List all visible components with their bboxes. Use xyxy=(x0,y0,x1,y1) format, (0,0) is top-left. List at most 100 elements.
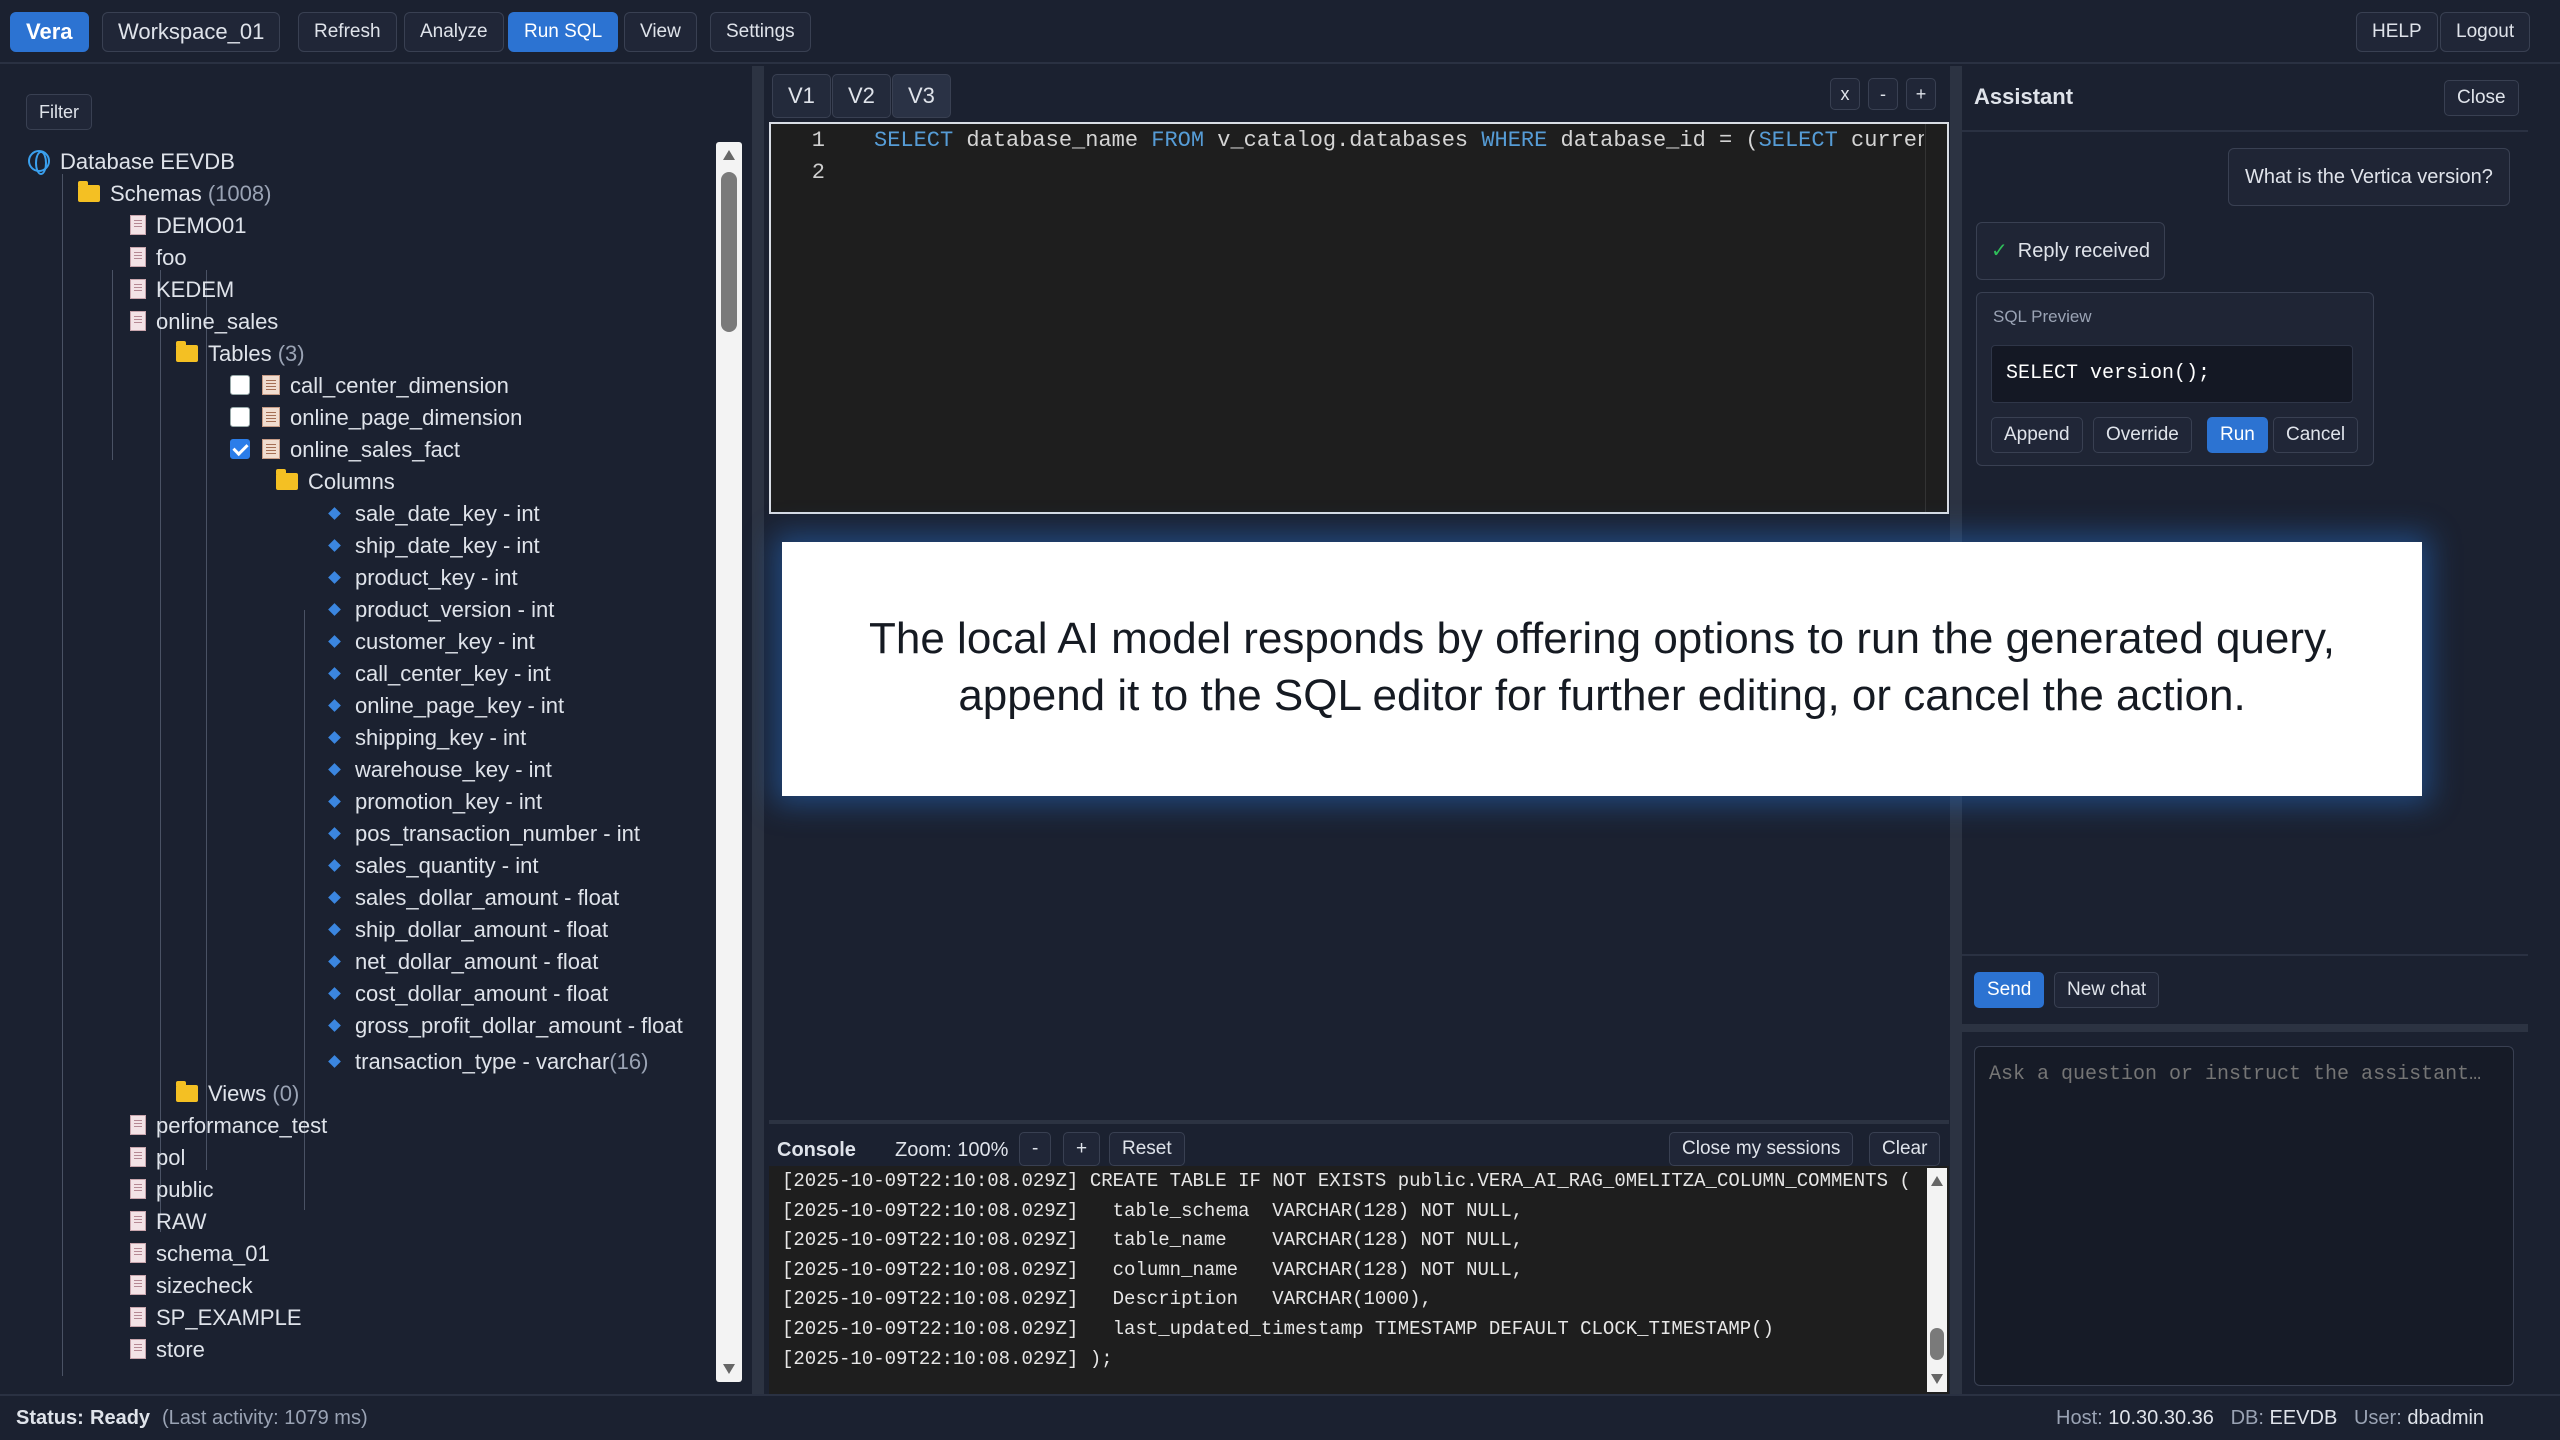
tree-node-schema[interactable]: pol xyxy=(130,1142,185,1174)
tree-node-column[interactable]: warehouse_key - int xyxy=(328,754,552,786)
tree-node-schema[interactable]: RAW xyxy=(130,1206,207,1238)
tree-node-schema-label: KEDEM xyxy=(156,277,235,302)
tree-node-column[interactable]: sales_dollar_amount - float xyxy=(328,882,619,914)
workspace-button[interactable]: Workspace_01 xyxy=(102,12,281,52)
tree-node-column[interactable]: call_center_key - int xyxy=(328,658,551,690)
console-line: [2025-10-09T22:10:08.029Z] column_name V… xyxy=(782,1258,1524,1281)
tree-node-schema[interactable]: SP_EXAMPLE xyxy=(130,1302,302,1334)
send-button[interactable]: Send xyxy=(1974,972,2045,1008)
view-button[interactable]: View xyxy=(624,12,697,52)
tree-node-schema[interactable]: DEMO01 xyxy=(130,210,246,242)
override-button[interactable]: Override xyxy=(2093,417,2192,453)
tree-node-database[interactable]: Database EEVDB xyxy=(28,146,235,178)
tab-v1[interactable]: V1 xyxy=(772,74,831,118)
sidebar-scrollbar[interactable] xyxy=(716,142,742,1382)
tree-node-schema[interactable]: schema_01 xyxy=(130,1238,270,1270)
reply-status-text: Reply received xyxy=(2017,240,2151,262)
logout-button[interactable]: Logout xyxy=(2440,12,2531,52)
sql-preview-label: SQL Preview xyxy=(1993,307,2092,326)
tree-node-column-label: product_key - int xyxy=(355,565,518,590)
tree-node-views[interactable]: Views (0) xyxy=(176,1078,299,1110)
console-output[interactable]: [2025-10-09T22:10:08.029Z] CREATE TABLE … xyxy=(769,1166,1949,1394)
append-button[interactable]: Append xyxy=(1991,417,2083,453)
tree-node-column[interactable]: ship_dollar_amount - float xyxy=(328,914,608,946)
tree-node-schema[interactable]: foo xyxy=(130,242,187,274)
brand-button[interactable]: Vera xyxy=(10,12,89,52)
tree-node-schema-online-sales[interactable]: online_sales xyxy=(130,306,278,338)
tree-node-column-label: cost_dollar_amount - float xyxy=(355,981,609,1006)
settings-button[interactable]: Settings xyxy=(710,12,811,52)
scroll-down-icon[interactable] xyxy=(1931,1374,1943,1384)
tree-node-column[interactable]: ship_date_key - int xyxy=(328,530,540,562)
tree-node-column[interactable]: customer_key - int xyxy=(328,626,535,658)
tree-node-schema[interactable]: store xyxy=(130,1334,205,1366)
close-editor-button[interactable]: x xyxy=(1830,78,1860,110)
tree-node-column[interactable]: net_dollar_amount - float xyxy=(328,946,598,978)
tree-node-column[interactable]: product_key - int xyxy=(328,562,518,594)
table-checkbox[interactable] xyxy=(230,375,250,396)
tree-node-tables[interactable]: Tables (3) xyxy=(176,338,305,370)
tree-node-column[interactable]: promotion_key - int xyxy=(328,786,543,818)
tree-node-column[interactable]: online_page_key - int xyxy=(328,690,564,722)
refresh-button[interactable]: Refresh xyxy=(298,12,397,52)
tree-node-column-label: promotion_key - int xyxy=(355,789,543,814)
tree-node-column[interactable]: shipping_key - int xyxy=(328,722,526,754)
folder-icon xyxy=(276,468,298,490)
tab-v2[interactable]: V2 xyxy=(832,74,891,118)
tree-node-column[interactable]: product_version - int xyxy=(328,594,554,626)
shrink-editor-button[interactable]: - xyxy=(1868,78,1898,110)
tree-node-column[interactable]: pos_transaction_number - int xyxy=(328,818,640,850)
console-scrollbar[interactable] xyxy=(1927,1168,1947,1392)
scroll-down-icon[interactable] xyxy=(723,1364,735,1374)
scroll-up-icon[interactable] xyxy=(1931,1176,1943,1186)
tree-node-columns[interactable]: Columns xyxy=(276,466,395,498)
new-chat-button[interactable]: New chat xyxy=(2054,972,2160,1008)
tree-node-schema[interactable]: KEDEM xyxy=(130,274,234,306)
run-button[interactable]: Run xyxy=(2207,417,2268,453)
sql-preview-code: SELECT version(); xyxy=(1991,345,2353,403)
column-icon xyxy=(328,922,341,936)
close-assistant-button[interactable]: Close xyxy=(2444,80,2519,116)
assistant-input[interactable] xyxy=(1974,1046,2514,1386)
callout-line-1: The local AI model responds by offering … xyxy=(869,614,2335,663)
run-sql-button[interactable]: Run SQL xyxy=(508,12,619,52)
grow-editor-button[interactable]: + xyxy=(1906,78,1936,110)
filter-button[interactable]: Filter xyxy=(26,94,92,130)
tree-node-schema[interactable]: public xyxy=(130,1174,213,1206)
zoom-reset-button[interactable]: Reset xyxy=(1109,1132,1185,1166)
schemas-count: (1008) xyxy=(207,181,272,206)
scrollbar-thumb[interactable] xyxy=(721,172,737,332)
zoom-out-button[interactable]: - xyxy=(1019,1132,1052,1166)
code-line[interactable]: SELECT database_name FROM v_catalog.data… xyxy=(874,128,1924,153)
tree-node-table[interactable]: online_page_dimension xyxy=(230,402,522,434)
schema-icon xyxy=(130,1307,146,1328)
tree-node-table[interactable]: call_center_dimension xyxy=(230,370,509,402)
cancel-button[interactable]: Cancel xyxy=(2273,417,2359,453)
tree-node-schema[interactable]: performance_test xyxy=(130,1110,327,1142)
scrollbar-thumb[interactable] xyxy=(1930,1328,1944,1360)
sql-editor[interactable]: 1 2 SELECT database_name FROM v_catalog.… xyxy=(769,122,1949,514)
host-label: Host: xyxy=(2056,1407,2103,1429)
editor-scrollbar[interactable] xyxy=(1925,124,1947,512)
tree-node-column[interactable]: cost_dollar_amount - float xyxy=(328,978,609,1010)
tree-node-column[interactable]: sale_date_key - int xyxy=(328,498,540,530)
help-button[interactable]: HELP xyxy=(2356,12,2438,52)
analyze-button[interactable]: Analyze xyxy=(404,12,504,52)
tree-node-column[interactable]: sales_quantity - int xyxy=(328,850,538,882)
sidebar-splitter[interactable] xyxy=(752,66,764,1394)
tree-node-schemas[interactable]: Schemas (1008) xyxy=(78,178,271,210)
scroll-up-icon[interactable] xyxy=(723,150,735,160)
column-icon xyxy=(328,986,341,1000)
tree-node-schema[interactable]: sizecheck xyxy=(130,1270,253,1302)
tab-v3[interactable]: V3 xyxy=(892,74,951,118)
close-sessions-button[interactable]: Close my sessions xyxy=(1669,1132,1854,1166)
table-checkbox[interactable] xyxy=(230,407,250,428)
assistant-header: Assistant Close xyxy=(1962,66,2528,132)
column-icon xyxy=(328,794,341,808)
tree-node-column[interactable]: gross_profit_dollar_amount - float xyxy=(328,1010,683,1042)
tree-node-table[interactable]: online_sales_fact xyxy=(230,434,460,466)
zoom-in-button[interactable]: + xyxy=(1063,1132,1101,1166)
clear-console-button[interactable]: Clear xyxy=(1869,1132,1941,1166)
table-checkbox[interactable] xyxy=(230,439,250,460)
tree-node-column[interactable]: transaction_type - varchar(16) xyxy=(328,1046,648,1078)
